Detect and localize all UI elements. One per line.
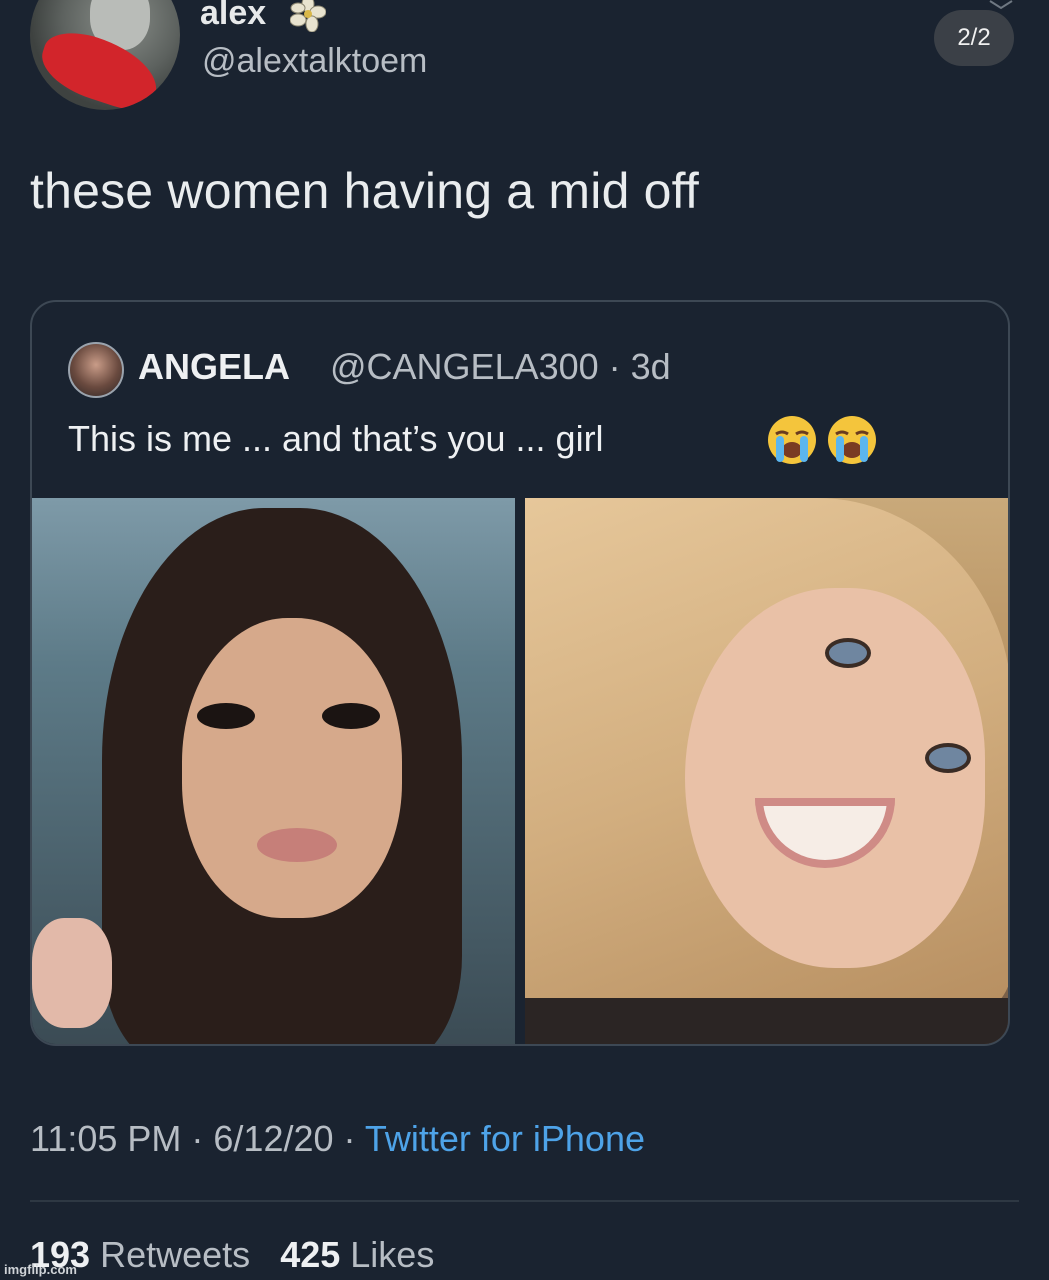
author-display-name[interactable]: alex: [200, 0, 266, 33]
tweet-timestamp[interactable]: 11:05 PM · 6/12/20 ·: [30, 1118, 365, 1159]
photo-detail: [525, 998, 1008, 1044]
watermark: imgflip.com: [4, 1262, 77, 1277]
photo-detail: [197, 703, 255, 729]
retweets-label: Retweets: [100, 1234, 251, 1275]
flower-icon: [290, 0, 326, 32]
engagement-stats: 193 Retweets 425 Likes: [30, 1234, 434, 1276]
quoted-photo-right[interactable]: [525, 498, 1008, 1044]
image-pager-badge: 2/2: [934, 10, 1014, 66]
photo-detail: [925, 743, 971, 773]
tweet-text: these women having a mid off: [30, 163, 699, 219]
tweet-source-link[interactable]: Twitter for iPhone: [365, 1118, 645, 1159]
loudly-crying-face-icon: [768, 416, 816, 464]
tweet-metadata: 11:05 PM · 6/12/20 · Twitter for iPhone: [30, 1118, 645, 1160]
author-handle[interactable]: @alextalktoem: [202, 42, 427, 81]
quoted-tweet-card[interactable]: ANGELA @CANGELA300 · 3d This is me ... a…: [30, 300, 1010, 1046]
photo-detail: [257, 828, 337, 862]
quoted-author-handle[interactable]: @CANGELA300 · 3d: [330, 346, 671, 388]
likes-stat[interactable]: 425 Likes: [280, 1234, 434, 1275]
photo-detail: [182, 618, 402, 918]
quoted-photo-left[interactable]: [32, 498, 515, 1044]
divider: [30, 1200, 1019, 1202]
loudly-crying-face-icon: [828, 416, 876, 464]
quoted-author-name[interactable]: ANGELA: [138, 346, 290, 388]
chevron-down-icon[interactable]: [988, 0, 1014, 10]
photo-detail: [32, 918, 112, 1028]
likes-label: Likes: [350, 1234, 435, 1275]
author-avatar[interactable]: [30, 0, 180, 110]
photo-detail: [322, 703, 380, 729]
photo-detail: [825, 638, 871, 668]
quoted-tweet-text: This is me ... and that’s you ... girl: [68, 418, 604, 459]
likes-count: 425: [280, 1234, 341, 1275]
quoted-author-avatar[interactable]: [68, 342, 124, 398]
